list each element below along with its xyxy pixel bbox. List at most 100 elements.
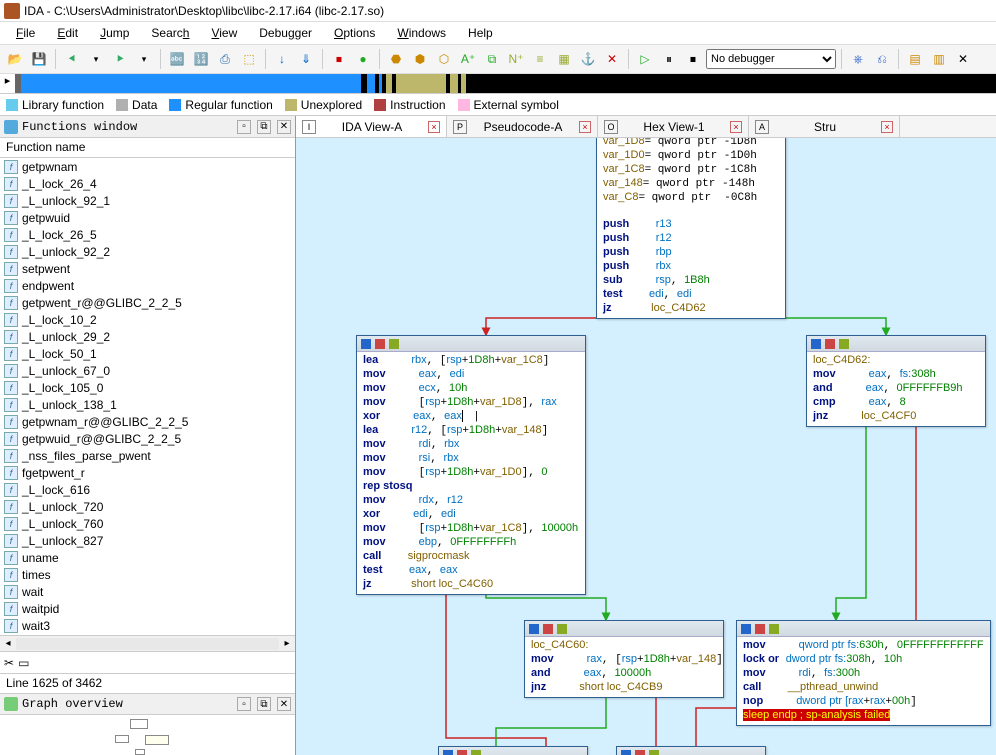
function-row[interactable]: f_L_lock_26_5 xyxy=(0,226,295,243)
menu-options[interactable]: Options xyxy=(324,24,385,42)
tab-hex-view-1[interactable]: OHex View-1× xyxy=(598,116,749,137)
delete-button[interactable]: ✕ xyxy=(601,48,623,70)
graph-node-right[interactable]: loc_C4D62: mov eax, fs:308h and eax, 0FF… xyxy=(806,335,986,427)
menu-debugger[interactable]: Debugger xyxy=(249,24,322,42)
function-row[interactable]: f_L_unlock_92_2 xyxy=(0,243,295,260)
ascii-marker-icon[interactable]: ⬡ xyxy=(433,48,455,70)
graph-canvas[interactable]: var_1D8= qword ptr -1D8h var_1D0= qword … xyxy=(296,138,996,755)
functions-list[interactable]: fgetpwnamf_L_lock_26_4f_L_unlock_92_1fge… xyxy=(0,158,295,634)
binary-search-button[interactable]: 🔢 xyxy=(190,48,212,70)
win1-button[interactable]: ▤ xyxy=(904,48,926,70)
menu-help[interactable]: Help xyxy=(458,24,503,42)
tab-close-button[interactable]: × xyxy=(428,121,440,133)
function-row[interactable]: f_L_lock_50_1 xyxy=(0,345,295,362)
function-row[interactable]: f_L_unlock_760 xyxy=(0,515,295,532)
dbg-pause-button[interactable]: ⏸ xyxy=(658,48,680,70)
dropdown-back[interactable]: ▾ xyxy=(85,48,107,70)
tab-close-button[interactable]: × xyxy=(730,121,742,133)
function-row[interactable]: fgetpwuid xyxy=(0,209,295,226)
menu-windows[interactable]: Windows xyxy=(387,24,456,42)
panel-minimize-button[interactable]: ▫ xyxy=(237,120,251,134)
function-row[interactable]: f_nss_files_parse_pwent xyxy=(0,447,295,464)
jump-down-icon[interactable]: ↓ xyxy=(271,48,293,70)
colorbar-left-arrow[interactable]: ▸ xyxy=(0,74,15,93)
immediate-button[interactable]: ⬚ xyxy=(238,48,260,70)
cut-button[interactable]: ✂ xyxy=(4,656,14,670)
function-row[interactable]: f_L_unlock_29_2 xyxy=(0,328,295,345)
tab-pseudocode-a[interactable]: PPseudocode-A× xyxy=(447,116,598,137)
win2-button[interactable]: ▥ xyxy=(928,48,950,70)
code-marker-icon[interactable]: ⬣ xyxy=(385,48,407,70)
graph-node-partial-2[interactable] xyxy=(616,746,766,755)
bp-list-button[interactable]: ⎌ xyxy=(871,48,893,70)
function-row[interactable]: f_L_unlock_67_0 xyxy=(0,362,295,379)
graph-node-partial-1[interactable] xyxy=(438,746,588,755)
tab-ida-view-a[interactable]: IIDA View-A× xyxy=(296,116,447,137)
struct-marker-icon[interactable]: ▦ xyxy=(553,48,575,70)
function-row[interactable]: ffgetpwent_r xyxy=(0,464,295,481)
debugger-select[interactable]: No debugger xyxy=(706,49,836,69)
back-button[interactable]: ⯇ xyxy=(61,48,83,70)
text-search-button[interactable]: 🔤 xyxy=(166,48,188,70)
tab-close-button[interactable]: × xyxy=(579,121,591,133)
function-row[interactable]: fwaitpid xyxy=(0,600,295,617)
nav-colorbar[interactable]: ▸ xyxy=(0,74,996,94)
function-row[interactable]: funame xyxy=(0,549,295,566)
menu-search[interactable]: Search xyxy=(141,24,199,42)
undef-marker-icon[interactable]: ⧉ xyxy=(481,48,503,70)
menu-jump[interactable]: Jump xyxy=(90,24,139,42)
functions-column-header[interactable]: Function name xyxy=(0,138,295,158)
tab-close-button[interactable]: × xyxy=(881,121,893,133)
function-row[interactable]: fgetpwnam xyxy=(0,158,295,175)
dropdown-fwd[interactable]: ▾ xyxy=(133,48,155,70)
function-row[interactable]: fgetpwnam_r@@GLIBC_2_2_5 xyxy=(0,413,295,430)
graph-node-bottom-right[interactable]: mov qword ptr fs:630h, 0FFFFFFFFFFFF loc… xyxy=(736,620,991,726)
graph-close-button[interactable]: ✕ xyxy=(277,697,291,711)
graph-node-bottom-left[interactable]: loc_C4C60: mov rax, [rsp+1D8h+var_148] a… xyxy=(524,620,724,698)
sequence-button[interactable]: ⎙ xyxy=(214,48,236,70)
name-marker-icon[interactable]: N⁺ xyxy=(505,48,527,70)
graph-node-left[interactable]: lea rbx, [rsp+1D8h+var_1C8] mov eax, edi… xyxy=(356,335,586,595)
function-row[interactable]: f_L_unlock_827 xyxy=(0,532,295,549)
menu-view[interactable]: View xyxy=(201,24,247,42)
bp-button[interactable]: ⎈ xyxy=(847,48,869,70)
graph-minimize-button[interactable]: ▫ xyxy=(237,697,251,711)
function-row[interactable]: ftimes xyxy=(0,566,295,583)
function-row[interactable]: f_L_unlock_138_1 xyxy=(0,396,295,413)
panel-restore-button[interactable]: ⧉ xyxy=(257,120,271,134)
run-button[interactable]: ● xyxy=(352,48,374,70)
panel-close-button[interactable]: ✕ xyxy=(277,120,291,134)
array-marker-icon[interactable]: A⁺ xyxy=(457,48,479,70)
dbg-run-button[interactable]: ▷ xyxy=(634,48,656,70)
forward-button[interactable]: ⯈ xyxy=(109,48,131,70)
menu-edit[interactable]: Edit xyxy=(47,24,88,42)
dbg-stop-button[interactable]: ⏹ xyxy=(682,48,704,70)
graph-restore-button[interactable]: ⧉ xyxy=(257,697,271,711)
function-row[interactable]: fgetpwent_r@@GLIBC_2_2_5 xyxy=(0,294,295,311)
function-row[interactable]: f_L_lock_616 xyxy=(0,481,295,498)
save-button[interactable]: 💾 xyxy=(28,48,50,70)
close-tb-button[interactable]: ✕ xyxy=(952,48,974,70)
anchor-icon[interactable]: ⚓ xyxy=(577,48,599,70)
function-row[interactable]: f_L_lock_26_4 xyxy=(0,175,295,192)
function-row[interactable]: fsetpwent xyxy=(0,260,295,277)
func-marker-icon[interactable]: ≡ xyxy=(529,48,551,70)
open-button[interactable]: 📂 xyxy=(4,48,26,70)
copy-button[interactable]: ▭ xyxy=(18,656,29,670)
scroll-left-icon[interactable]: ◂ xyxy=(0,638,16,649)
jump-down2-icon[interactable]: ⇓ xyxy=(295,48,317,70)
function-row[interactable]: f_L_lock_105_0 xyxy=(0,379,295,396)
functions-hscrollbar[interactable]: ◂ ▸ xyxy=(0,635,295,651)
stop-button[interactable]: ⏹ xyxy=(328,48,350,70)
function-row[interactable]: f_L_unlock_720 xyxy=(0,498,295,515)
function-row[interactable]: f_L_unlock_92_1 xyxy=(0,192,295,209)
function-row[interactable]: f_L_lock_10_2 xyxy=(0,311,295,328)
function-row[interactable]: fendpwent xyxy=(0,277,295,294)
menu-file[interactable]: File xyxy=(6,24,45,42)
data-marker-icon[interactable]: ⬢ xyxy=(409,48,431,70)
graph-overview-canvas[interactable] xyxy=(0,715,295,755)
function-row[interactable]: fgetpwuid_r@@GLIBC_2_2_5 xyxy=(0,430,295,447)
function-row[interactable]: fwait xyxy=(0,583,295,600)
function-row[interactable]: fwait3 xyxy=(0,617,295,634)
scroll-right-icon[interactable]: ▸ xyxy=(279,638,295,649)
